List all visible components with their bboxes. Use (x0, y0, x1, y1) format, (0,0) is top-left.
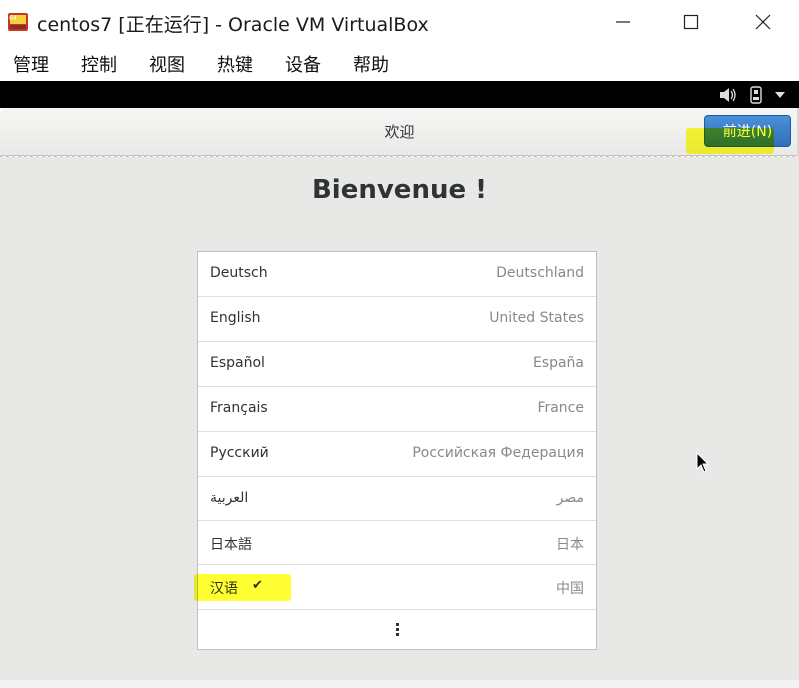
language-name: Deutsch (210, 265, 268, 281)
language-name: Español (210, 355, 265, 371)
more-icon (395, 623, 399, 636)
usb-icon[interactable] (749, 86, 763, 104)
close-icon (755, 14, 771, 30)
audio-icon[interactable] (719, 87, 737, 103)
menu-hotkeys[interactable]: 热键 (217, 51, 253, 77)
menu-bar: 管理 控制 视图 热键 设备 帮助 (0, 44, 799, 81)
language-region: 中国 (556, 581, 584, 597)
title-bar[interactable]: 64 centos7 [正在运行] - Oracle VM VirtualBox (0, 0, 799, 44)
mouse-cursor-icon (696, 452, 710, 473)
menu-view[interactable]: 视图 (149, 51, 185, 77)
page-title: Bienvenue ! (311, 175, 488, 205)
minimize-icon (616, 21, 630, 23)
more-languages-button[interactable] (198, 610, 596, 649)
window-title: centos7 [正在运行] - Oracle VM VirtualBox (37, 14, 429, 36)
header-title: 欢迎 (384, 123, 415, 141)
svg-text:64: 64 (9, 15, 17, 22)
menu-devices[interactable]: 设备 (285, 51, 321, 77)
dropdown-arrow-icon[interactable] (775, 91, 785, 99)
minimize-button[interactable] (600, 4, 646, 40)
language-row-francais[interactable]: Français France (198, 387, 596, 432)
language-region: مصر (556, 490, 584, 506)
language-region: United States (489, 310, 584, 326)
language-region: Deutschland (496, 265, 584, 281)
close-button[interactable] (740, 4, 786, 40)
language-row-deutsch[interactable]: Deutsch Deutschland (198, 252, 596, 297)
language-region: France (537, 400, 584, 416)
language-name: English (210, 310, 261, 326)
menu-control[interactable]: 控制 (81, 51, 117, 77)
maximize-icon (683, 14, 699, 30)
maximize-button[interactable] (668, 4, 714, 40)
language-name: Français (210, 400, 268, 416)
status-strip (0, 680, 799, 688)
language-region: España (532, 355, 584, 371)
language-region: 日本 (556, 537, 584, 553)
language-name: Русский (210, 445, 269, 461)
virtualbox-window: 64 centos7 [正在运行] - Oracle VM VirtualBox… (0, 0, 799, 688)
language-row-russian[interactable]: Русский Российская Федерация (198, 432, 596, 477)
language-row-english[interactable]: English United States (198, 297, 596, 342)
menu-help[interactable]: 帮助 (353, 51, 389, 77)
vm-status-icons (719, 84, 785, 106)
installer-header: 欢迎 (0, 108, 799, 156)
language-row-japanese[interactable]: 日本語 日本 (198, 521, 596, 565)
highlight-mark (686, 128, 774, 154)
language-name: العربية (210, 490, 249, 506)
language-region: Российская Федерация (412, 445, 584, 461)
language-row-arabic[interactable]: العربية مصر (198, 477, 596, 521)
menu-manage[interactable]: 管理 (13, 51, 49, 77)
welcome-page: Bienvenue ! Deutsch Deutschland English … (0, 157, 799, 680)
language-name: 日本語 (210, 537, 252, 553)
vm-top-bar (0, 81, 799, 108)
language-row-espanol[interactable]: Español España (198, 342, 596, 387)
virtualbox-icon: 64 (7, 10, 31, 34)
highlight-mark (194, 574, 291, 601)
